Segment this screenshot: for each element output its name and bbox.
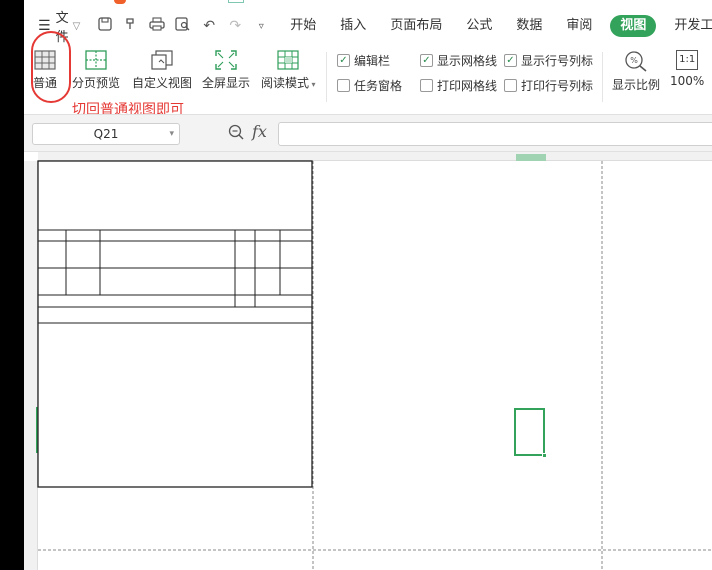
- reading-mode-label: 阅读模式: [261, 76, 310, 90]
- selected-cell[interactable]: [514, 408, 547, 458]
- edit-bar-label: 编辑栏: [354, 54, 391, 68]
- tab-formulas[interactable]: 公式: [454, 15, 504, 37]
- custom-view-button[interactable]: 自定义视图: [132, 50, 192, 91]
- checkbox-checked-icon: ✓: [504, 54, 517, 67]
- show-gridlines-label: 显示网格线: [437, 54, 498, 68]
- sheet-grid: [37, 160, 712, 570]
- show-gridlines-checkbox[interactable]: ✓ 显示网格线: [420, 52, 497, 69]
- function-icon[interactable]: fx: [252, 122, 267, 141]
- tab-data[interactable]: 数据: [504, 15, 554, 37]
- checkbox-unchecked-icon: [504, 79, 517, 92]
- task-pane-label: 任务窗格: [354, 79, 403, 93]
- name-box[interactable]: Q21 ▾: [32, 123, 180, 145]
- checkbox-unchecked-icon: [420, 79, 433, 92]
- show-headings-label: 显示行号列标: [521, 54, 594, 68]
- edit-bar-checkbox[interactable]: ✓ 编辑栏: [337, 52, 390, 69]
- formula-bar: Q21 ▾ fx: [24, 114, 712, 152]
- tab-insert[interactable]: 插入: [328, 15, 378, 37]
- tab-developer[interactable]: 开发工: [662, 15, 712, 37]
- custom-view-icon: [151, 50, 173, 70]
- title-strip: [24, 0, 712, 6]
- checkbox-checked-icon: ✓: [420, 54, 433, 67]
- tab-page-layout[interactable]: 页面布局: [378, 15, 454, 37]
- print-headings-checkbox[interactable]: 打印行号列标: [504, 77, 593, 94]
- zoom-100-button[interactable]: 1:1 100%: [670, 50, 704, 88]
- print-preview-icon[interactable]: [174, 17, 192, 35]
- show-headings-checkbox[interactable]: ✓ 显示行号列标: [504, 52, 593, 69]
- zoom-ratio-icon: %: [625, 51, 647, 72]
- tab-review[interactable]: 审阅: [554, 15, 604, 37]
- tab-view[interactable]: 视图: [610, 15, 657, 37]
- page-break-preview-button[interactable]: 分页预览: [72, 50, 120, 91]
- page-break-preview-label: 分页预览: [72, 76, 121, 90]
- one-to-one-icon: 1:1: [676, 50, 699, 70]
- custom-view-label: 自定义视图: [132, 76, 193, 90]
- menu-bar: ☰ 文件 ▽ ↶ ↷ ▿ 开始 插入 页面布局 公式 数据 审阅 视图 开发工: [24, 8, 712, 45]
- task-pane-checkbox[interactable]: 任务窗格: [337, 77, 402, 94]
- expand-icon: [215, 50, 237, 70]
- print-icon[interactable]: [148, 17, 166, 35]
- print-gridlines-checkbox[interactable]: 打印网格线: [420, 77, 497, 94]
- save-icon[interactable]: [96, 17, 114, 35]
- zoom-button[interactable]: % 显示比例: [612, 50, 660, 93]
- full-screen-label: 全屏显示: [202, 76, 251, 90]
- formula-input[interactable]: [278, 122, 712, 146]
- cell-reference: Q21: [93, 127, 119, 141]
- zoom-icon[interactable]: [228, 124, 244, 144]
- zoom-100-label: 100%: [670, 74, 705, 88]
- page-break-icon: [85, 50, 107, 70]
- fill-handle[interactable]: [542, 453, 547, 458]
- reading-mode-icon: [277, 50, 299, 70]
- customize-toolbar-icon[interactable]: ▿: [252, 21, 270, 32]
- checkbox-unchecked-icon: [337, 79, 350, 92]
- checkbox-checked-icon: ✓: [337, 54, 350, 67]
- zoom-label: 显示比例: [612, 78, 661, 92]
- print-gridlines-label: 打印网格线: [437, 79, 498, 93]
- format-painter-icon[interactable]: [122, 17, 140, 35]
- highlight-circle: [31, 31, 71, 103]
- undo-icon[interactable]: ↶: [200, 18, 218, 34]
- menu-tabs: 开始 插入 页面布局 公式 数据 审阅 视图 开发工: [278, 15, 712, 37]
- chevron-down-icon: ▾: [309, 80, 316, 89]
- tab-home[interactable]: 开始: [278, 15, 328, 37]
- divider: [326, 52, 327, 102]
- reading-mode-button[interactable]: 阅读模式 ▾: [261, 50, 316, 91]
- chevron-down-icon[interactable]: ▾: [169, 124, 174, 144]
- percent-glyph: %: [630, 56, 638, 65]
- divider: [602, 52, 603, 102]
- print-headings-label: 打印行号列标: [521, 79, 594, 93]
- full-screen-button[interactable]: 全屏显示: [202, 50, 250, 91]
- redo-icon[interactable]: ↷: [226, 18, 244, 34]
- app-window: ☰ 文件 ▽ ↶ ↷ ▿ 开始 插入 页面布局 公式 数据 审阅 视图 开发工 …: [24, 0, 712, 570]
- document-tab-fragment[interactable]: [228, 0, 244, 3]
- chevron-down-icon: ▽: [72, 20, 81, 32]
- quick-access-toolbar: ↶ ↷ ▿: [96, 17, 270, 35]
- app-logo-fragment: [114, 0, 126, 4]
- worksheet-area[interactable]: [24, 152, 712, 570]
